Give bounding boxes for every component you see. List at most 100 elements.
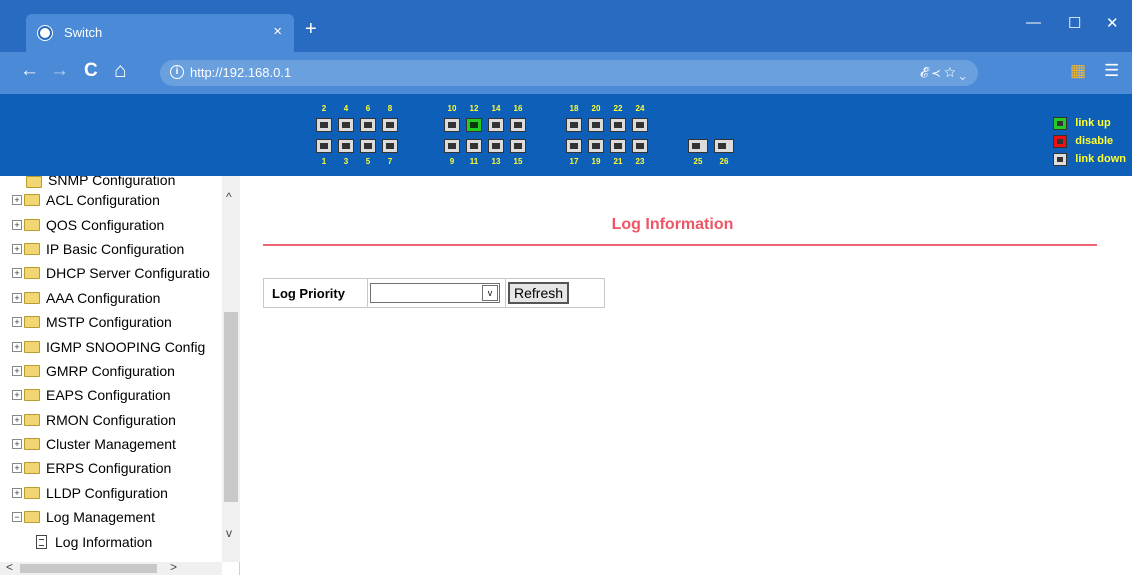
port-4-icon[interactable]: [338, 118, 354, 132]
config-tree[interactable]: SNMP Configuration + ACL Configuration + QO…: [0, 176, 222, 562]
reload-button[interactable]: C: [84, 61, 98, 81]
document-icon: [36, 534, 47, 549]
scroll-thumb[interactable]: [224, 312, 238, 502]
expand-toggle-icon[interactable]: +: [12, 243, 22, 254]
port-19-icon[interactable]: [588, 139, 604, 153]
port-9-icon[interactable]: [444, 139, 460, 153]
switch-banner: 2 4 6 8 10 12 14 16 18 20 22 24 1 3 5 7 9 11 13 15 17 19 21 23…: [0, 94, 1132, 176]
port-18-icon[interactable]: [566, 118, 582, 132]
expand-toggle-icon[interactable]: +: [12, 390, 22, 401]
expand-toggle-icon[interactable]: +: [12, 365, 22, 376]
tree-item[interactable]: + IGMP SNOOPING Config: [0, 334, 222, 358]
tree-item[interactable]: + ACL Configuration: [0, 188, 222, 212]
menu-icon[interactable]: ☰: [1104, 61, 1119, 81]
expand-toggle-icon[interactable]: +: [12, 317, 22, 328]
new-tab-button[interactable]: +: [305, 18, 317, 41]
address-bar[interactable]: i http://192.168.0.1 𝓔 ≺ ☆ ⌄: [160, 60, 978, 86]
log-priority-label: Log Priority: [264, 279, 368, 307]
tree-item[interactable]: + MSTP Configuration: [0, 310, 222, 334]
back-button[interactable]: ←: [20, 61, 39, 81]
tree-item[interactable]: − Log Management: [0, 505, 222, 529]
chevron-down-icon[interactable]: v: [482, 285, 498, 301]
tree-item-label: ERPS Configuration: [46, 460, 172, 477]
tree-item[interactable]: + GMRP Configuration: [0, 359, 222, 383]
scroll-left-icon[interactable]: <: [6, 560, 13, 574]
scroll-down-icon[interactable]: v: [226, 526, 232, 540]
refresh-button[interactable]: Refresh: [508, 282, 570, 304]
tree-item-partial[interactable]: SNMP Configuration: [0, 176, 222, 188]
port-21-icon[interactable]: [610, 139, 626, 153]
expand-toggle-icon[interactable]: +: [12, 292, 22, 303]
port-25-icon[interactable]: [688, 139, 708, 153]
expand-toggle-icon[interactable]: +: [12, 463, 22, 474]
vertical-scrollbar[interactable]: ^ v: [222, 176, 240, 562]
port-legend: link up disable link down: [1053, 114, 1126, 168]
port-6-icon[interactable]: [360, 118, 376, 132]
port-12-icon[interactable]: [466, 118, 482, 132]
expand-toggle-icon[interactable]: +: [12, 414, 22, 425]
tree-item[interactable]: + AAA Configuration: [0, 286, 222, 310]
port-number: 25: [693, 157, 703, 166]
scroll-right-icon[interactable]: >: [170, 560, 177, 574]
horizontal-scrollbar[interactable]: < >: [0, 560, 222, 575]
tree-item[interactable]: + DHCP Server Configuratio: [0, 261, 222, 285]
port-24-icon[interactable]: [632, 118, 648, 132]
tree-item[interactable]: + ERPS Configuration: [0, 456, 222, 480]
port-14-icon[interactable]: [488, 118, 504, 132]
address-bar-actions[interactable]: 𝓔 ≺ ☆ ⌄: [920, 64, 966, 81]
port-7-icon[interactable]: [382, 139, 398, 153]
port-17-icon[interactable]: [566, 139, 582, 153]
browser-titlebar: Switch × + — ☐ ✕: [0, 0, 1132, 52]
port-8-icon[interactable]: [382, 118, 398, 132]
expand-toggle-icon[interactable]: +: [12, 268, 22, 279]
port-23-icon[interactable]: [632, 139, 648, 153]
home-button[interactable]: ⌂: [114, 60, 127, 81]
maximize-button[interactable]: ☐: [1068, 14, 1081, 32]
tree-item-label: ACL Configuration: [46, 192, 160, 209]
port-15-icon[interactable]: [510, 139, 526, 153]
tree-item[interactable]: + IP Basic Configuration: [0, 237, 222, 261]
tree-item[interactable]: + EAPS Configuration: [0, 383, 222, 407]
tree-item[interactable]: + QOS Configuration: [0, 212, 222, 236]
legend-label: link up: [1075, 117, 1111, 129]
apps-icon[interactable]: ▦: [1070, 61, 1086, 81]
info-icon[interactable]: i: [170, 65, 184, 79]
port-2-icon[interactable]: [316, 118, 332, 132]
port-5-icon[interactable]: [360, 139, 376, 153]
port-11-icon[interactable]: [466, 139, 482, 153]
log-priority-select[interactable]: v: [370, 283, 500, 303]
log-priority-form: Log Priority v Refresh: [263, 278, 605, 308]
port-10-icon[interactable]: [444, 118, 460, 132]
minimize-button[interactable]: —: [1026, 14, 1041, 31]
close-window-button[interactable]: ✕: [1106, 14, 1119, 32]
port-22-icon[interactable]: [610, 118, 626, 132]
expand-toggle-icon[interactable]: +: [12, 341, 22, 352]
forward-button[interactable]: →: [50, 61, 69, 81]
port-16-icon[interactable]: [510, 118, 526, 132]
port-13-icon[interactable]: [488, 139, 504, 153]
port-26-icon[interactable]: [714, 139, 734, 153]
port-number: 3: [343, 157, 349, 166]
expand-toggle-icon[interactable]: +: [12, 219, 22, 230]
tree-item-log-information[interactable]: Log Information: [0, 529, 222, 553]
expand-toggle-icon[interactable]: +: [12, 487, 22, 498]
expand-toggle-icon[interactable]: +: [12, 439, 22, 450]
tab-close-icon[interactable]: ×: [273, 23, 282, 40]
tree-item[interactable]: + LLDP Configuration: [0, 481, 222, 505]
port-20-icon[interactable]: [588, 118, 604, 132]
browser-tab[interactable]: Switch ×: [26, 14, 294, 52]
port-3-icon[interactable]: [338, 139, 354, 153]
tree-item-label: AAA Configuration: [46, 289, 161, 306]
tree-item[interactable]: + Cluster Management: [0, 432, 222, 456]
scroll-up-icon[interactable]: ^: [226, 190, 232, 204]
url-text[interactable]: http://192.168.0.1: [190, 65, 291, 80]
tree-item[interactable]: + RMON Configuration: [0, 408, 222, 432]
expand-toggle-icon[interactable]: −: [12, 512, 22, 523]
port-1-icon[interactable]: [316, 139, 332, 153]
tree-item-label: QOS Configuration: [46, 216, 165, 233]
scroll-thumb[interactable]: [20, 564, 157, 573]
expand-toggle-icon[interactable]: +: [12, 195, 22, 206]
port-number: 22: [613, 104, 623, 113]
tree-item-label: LLDP Configuration: [46, 484, 168, 501]
folder-icon: [24, 316, 40, 329]
